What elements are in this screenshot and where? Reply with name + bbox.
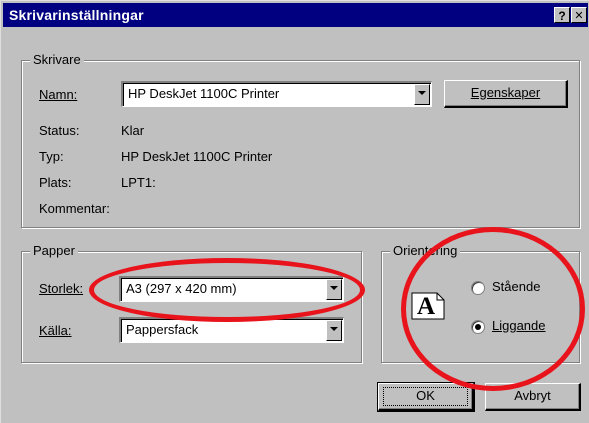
help-button[interactable]: ? [554,7,570,23]
chevron-down-icon[interactable] [414,84,430,105]
name-label: Namn: [39,87,78,102]
print-setup-dialog: Skrivarinställningar ? ✕ Skrivare Namn: … [0,0,589,423]
highlight-ellipse-paper-size [89,258,365,322]
cancel-button-label: Avbryt [514,388,551,403]
title-bar: Skrivarinställningar ? ✕ [3,3,588,27]
properties-button[interactable]: Egenskaper [444,80,568,108]
printer-name-value: HP DeskJet 1100C Printer [128,86,280,101]
source-label: Källa: [39,323,72,338]
ok-button[interactable]: OK [377,382,475,412]
paper-source-value: Pappersfack [126,322,199,337]
size-label: Storlek: [39,281,84,296]
status-label: Status: [39,123,80,138]
location-value: LPT1: [121,175,156,190]
printer-group-legend: Skrivare [30,52,84,67]
type-label: Typ: [39,149,64,164]
paper-group-legend: Papper [30,243,78,258]
properties-button-label: Egenskaper [470,85,541,100]
location-label: Plats: [39,175,72,190]
status-value: Klar [121,123,145,138]
printer-name-select[interactable]: HP DeskJet 1100C Printer [121,81,432,107]
type-value: HP DeskJet 1100C Printer [121,149,273,164]
window-title: Skrivarinställningar [9,7,144,23]
focus-rectangle [383,387,468,406]
chevron-down-icon[interactable] [326,320,342,341]
close-button[interactable]: ✕ [571,7,587,23]
highlight-ellipse-orientation [401,227,585,391]
comment-label: Kommentar: [39,201,110,216]
